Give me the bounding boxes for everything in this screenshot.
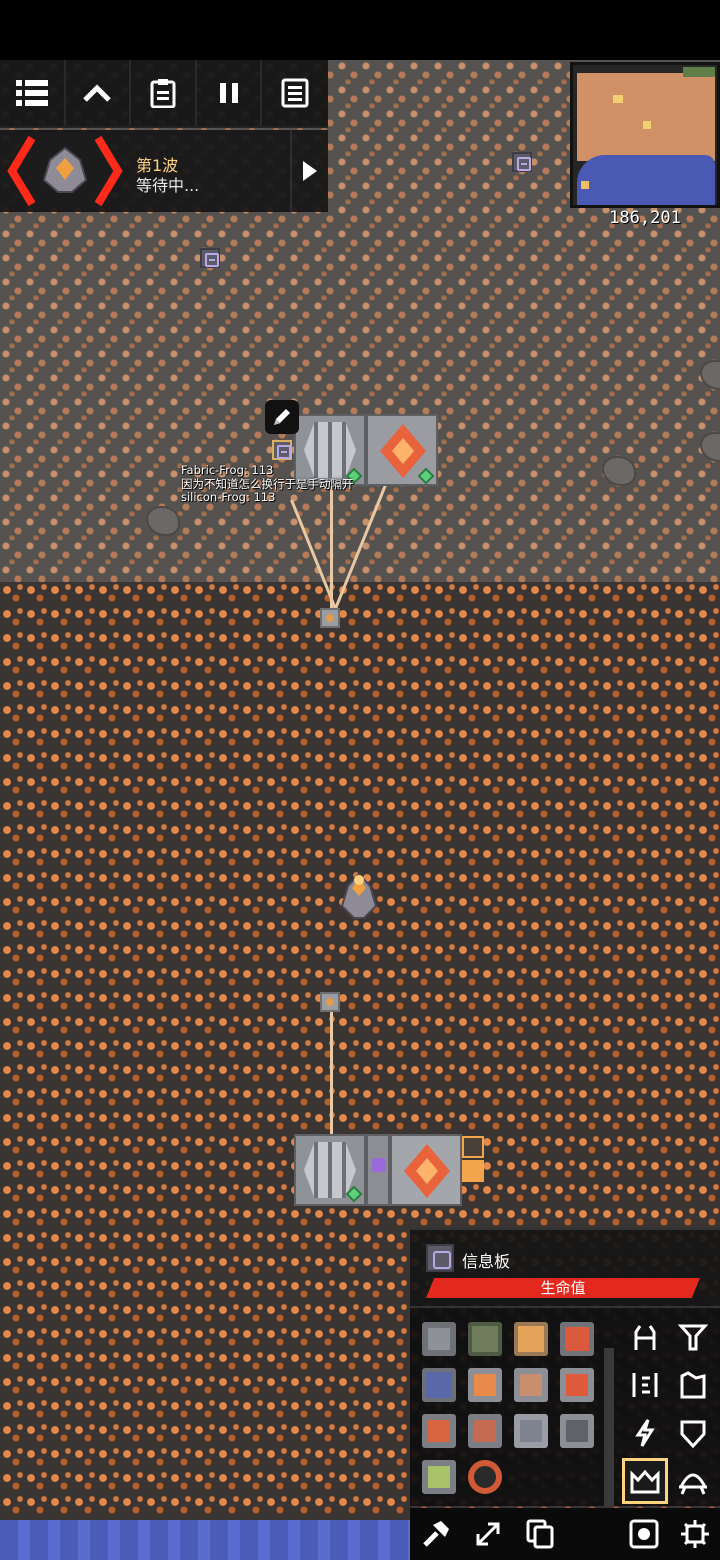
block-overdrive[interactable] [560, 1368, 594, 1402]
boulder [700, 432, 720, 462]
block-vault[interactable] [468, 1460, 502, 1494]
power-node[interactable] [320, 608, 340, 628]
block-smelter[interactable] [468, 1414, 502, 1448]
block-drill-green[interactable] [468, 1322, 502, 1356]
sign-line: 因为不知道怎么换行于是手动隔开 [181, 476, 354, 491]
copy-icon [526, 1519, 554, 1549]
block-kiln[interactable] [468, 1368, 502, 1402]
message-block-icon [426, 1244, 454, 1272]
minimap[interactable] [570, 62, 720, 208]
category-crafting[interactable] [622, 1458, 668, 1504]
mode-tools [618, 1508, 720, 1560]
pause-button[interactable] [197, 60, 263, 126]
defense-icon [680, 1420, 706, 1448]
collapse-button[interactable] [66, 60, 132, 126]
health-label: 生命值 [540, 1279, 586, 1297]
block-palette [410, 1306, 618, 1506]
production-icon [680, 1371, 706, 1399]
clipboard-icon [150, 79, 176, 108]
play-icon [303, 161, 317, 181]
turret-icon [634, 1325, 656, 1350]
power-laser [330, 1004, 333, 1144]
message-block[interactable] [200, 248, 220, 268]
player-unit [340, 872, 378, 920]
pencil-icon [274, 409, 290, 425]
category-power[interactable] [670, 1362, 716, 1408]
block-info-panel: 信息板 生命值 [410, 1228, 720, 1306]
crafting-icon [630, 1469, 660, 1494]
schematic-icon [629, 1519, 658, 1549]
category-power-lightning[interactable] [622, 1410, 668, 1456]
minimap-sea [577, 155, 715, 205]
category-liquid[interactable] [622, 1362, 668, 1408]
category-turret[interactable] [622, 1314, 668, 1360]
sign-line: silicon-Frog: 113 [181, 490, 276, 504]
block-silicon-smelter[interactable] [514, 1414, 548, 1448]
category-panel [618, 1306, 720, 1506]
container-block[interactable] [462, 1136, 484, 1158]
power-icon [635, 1419, 655, 1447]
minimap-marker [643, 121, 651, 129]
list-icon [15, 80, 48, 106]
wave-status: 等待中... [136, 176, 200, 195]
notes-button[interactable] [262, 60, 328, 126]
sign-text: Fabric-Frog: 113 因为不知道怎么换行于是手动隔开 silicon… [181, 463, 354, 505]
block-mender[interactable] [422, 1322, 456, 1356]
objectives-button[interactable] [131, 60, 197, 126]
menu-bar [0, 60, 328, 128]
block-incinerator[interactable] [560, 1322, 594, 1356]
boulder [146, 506, 180, 536]
liquid-icon [632, 1373, 658, 1397]
category-defense[interactable] [670, 1410, 716, 1456]
build-tools [410, 1508, 618, 1560]
category-units[interactable] [670, 1458, 716, 1504]
skip-wave-button[interactable] [290, 130, 328, 212]
settings-button[interactable] [669, 1508, 720, 1560]
wave-guardian [4, 132, 126, 210]
copy-button[interactable] [514, 1508, 566, 1560]
power-node[interactable] [320, 992, 340, 1012]
selected-message-block[interactable] [272, 440, 292, 460]
chevron-up-icon [83, 84, 112, 102]
database-button[interactable] [0, 60, 66, 126]
block-unloader[interactable] [560, 1414, 594, 1448]
message-block[interactable] [512, 152, 532, 172]
expand-icon [476, 1522, 500, 1546]
wave-panel: 第1波 等待中... [0, 130, 328, 212]
sign-line: Fabric-Frog: 113 [181, 463, 274, 477]
minimap-land [577, 73, 715, 161]
pause-icon [219, 83, 238, 103]
expand-button[interactable] [462, 1508, 514, 1560]
status-bar [0, 0, 720, 60]
hammer-icon [423, 1521, 449, 1547]
container-block[interactable] [462, 1160, 484, 1182]
boss-icon [6, 134, 124, 208]
health-bar: 生命值 [426, 1278, 700, 1298]
boulder [602, 456, 636, 486]
block-separator[interactable] [514, 1322, 548, 1356]
item-cell [372, 1158, 386, 1172]
schematic-button[interactable] [618, 1508, 669, 1560]
notes-icon [281, 78, 309, 108]
block-pulverizer[interactable] [422, 1368, 456, 1402]
edit-message-button[interactable] [265, 400, 299, 434]
minimap-grass [683, 67, 715, 77]
minimap-player-marker [581, 181, 589, 189]
separator-block[interactable] [390, 1134, 462, 1206]
palette-scrollbar[interactable] [604, 1348, 614, 1506]
block-name: 信息板 [462, 1252, 511, 1271]
minimap-marker [613, 95, 623, 103]
deconstruct-button[interactable] [410, 1508, 462, 1560]
boulder [700, 360, 720, 390]
category-distribution[interactable] [670, 1314, 716, 1360]
settings-icon [680, 1520, 709, 1548]
distribution-icon [678, 1324, 708, 1351]
block-cultivator[interactable] [422, 1460, 456, 1494]
block-pump[interactable] [422, 1414, 456, 1448]
block-melter[interactable] [514, 1368, 548, 1402]
units-icon [679, 1473, 707, 1495]
coordinates: 186,201 [609, 208, 681, 228]
